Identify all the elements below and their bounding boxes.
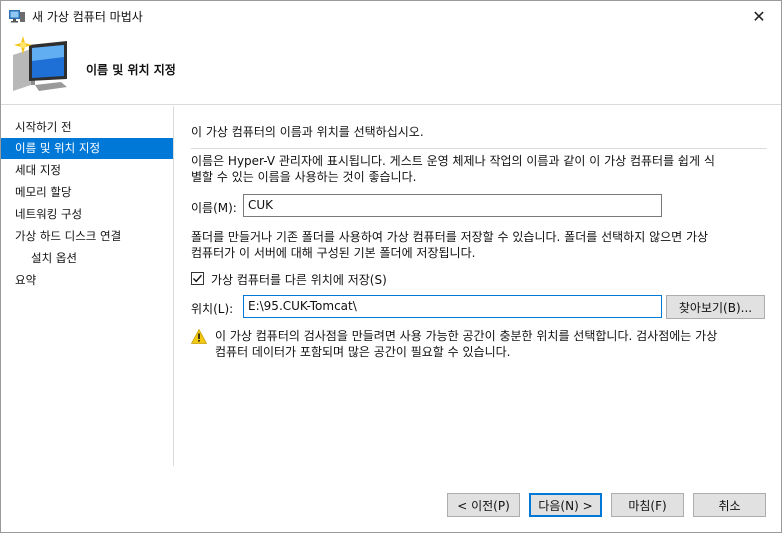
store-elsewhere-checkbox[interactable] [191, 272, 204, 285]
nav-item-specify-generation[interactable]: 세대 지정 [1, 160, 173, 181]
nav-item-connect-virtual-hard-disk[interactable]: 가상 하드 디스크 연결 [1, 226, 173, 247]
content-divider [191, 148, 767, 149]
warning-icon [191, 329, 207, 344]
nav-item-installation-options[interactable]: 설치 옵션 [1, 248, 173, 269]
wizard-window: 새 가상 컴퓨터 마법사 ✕ 이름 및 위치 지정 시작하기 전 이름 및 위치… [0, 0, 782, 533]
name-label: 이름(M): [191, 201, 237, 215]
wizard-header: 이름 및 위치 지정 [1, 31, 781, 105]
computer-monitor-icon [13, 36, 67, 91]
location-label: 위치(L): [191, 302, 234, 316]
checkpoint-warning-line-1: 이 가상 컴퓨터의 검사점을 만들려면 사용 가능한 공간이 충분한 위치를 선… [215, 329, 718, 343]
nav-item-before-you-begin[interactable]: 시작하기 전 [1, 117, 173, 138]
cancel-button[interactable]: 취소 [693, 493, 766, 517]
nav-item-specify-name-location[interactable]: 이름 및 위치 지정 [1, 138, 173, 159]
title-bar: 새 가상 컴퓨터 마법사 ✕ [1, 1, 781, 31]
nav-item-summary[interactable]: 요약 [1, 270, 173, 291]
name-description-line-1: 이름은 Hyper-V 관리자에 표시됩니다. 게스트 운영 체제나 작업의 이… [191, 154, 715, 168]
checkmark-icon [192, 274, 203, 283]
nav-item-configure-networking[interactable]: 네트워킹 구성 [1, 204, 173, 225]
folder-description: 폴더를 만들거나 기존 폴더를 사용하여 가상 컴퓨터를 저장할 수 있습니다.… [191, 229, 769, 261]
close-icon: ✕ [752, 6, 766, 26]
location-input[interactable]: E:\95.CUK-Tomcat\ [243, 295, 662, 318]
close-button[interactable]: ✕ [737, 1, 781, 31]
checkpoint-warning: 이 가상 컴퓨터의 검사점을 만들려면 사용 가능한 공간이 충분한 위치를 선… [215, 328, 775, 360]
hyper-v-app-icon [9, 10, 25, 23]
previous-button[interactable]: < 이전(P) [447, 493, 520, 517]
intro-text: 이 가상 컴퓨터의 이름과 위치를 선택하십시오. [191, 125, 424, 139]
browse-button[interactable]: 찾아보기(B)... [666, 295, 765, 319]
wizard-content: 이 가상 컴퓨터의 이름과 위치를 선택하십시오. 이름은 Hyper-V 관리… [175, 106, 781, 466]
window-title: 새 가상 컴퓨터 마법사 [32, 10, 143, 24]
wizard-steps-nav: 시작하기 전 이름 및 위치 지정 세대 지정 메모리 할당 네트워킹 구성 가… [1, 106, 174, 466]
store-elsewhere-label[interactable]: 가상 컴퓨터를 다른 위치에 저장(S) [211, 271, 387, 288]
name-description: 이름은 Hyper-V 관리자에 표시됩니다. 게스트 운영 체제나 작업의 이… [191, 153, 769, 185]
name-input[interactable]: CUK [243, 194, 662, 217]
folder-description-line-2: 컴퓨터가 이 서버에 대해 구성된 기본 폴더에 저장됩니다. [191, 246, 476, 260]
next-button[interactable]: 다음(N) > [529, 493, 602, 517]
nav-item-assign-memory[interactable]: 메모리 할당 [1, 182, 173, 203]
folder-description-line-1: 폴더를 만들거나 기존 폴더를 사용하여 가상 컴퓨터를 저장할 수 있습니다.… [191, 230, 709, 244]
name-description-line-2: 별할 수 있는 이름을 사용하는 것이 좋습니다. [191, 170, 417, 184]
finish-button[interactable]: 마침(F) [611, 493, 684, 517]
page-title: 이름 및 위치 지정 [86, 63, 176, 77]
checkpoint-warning-line-2: 컴퓨터 데이터가 포함되며 많은 공간이 필요할 수 있습니다. [215, 345, 511, 359]
